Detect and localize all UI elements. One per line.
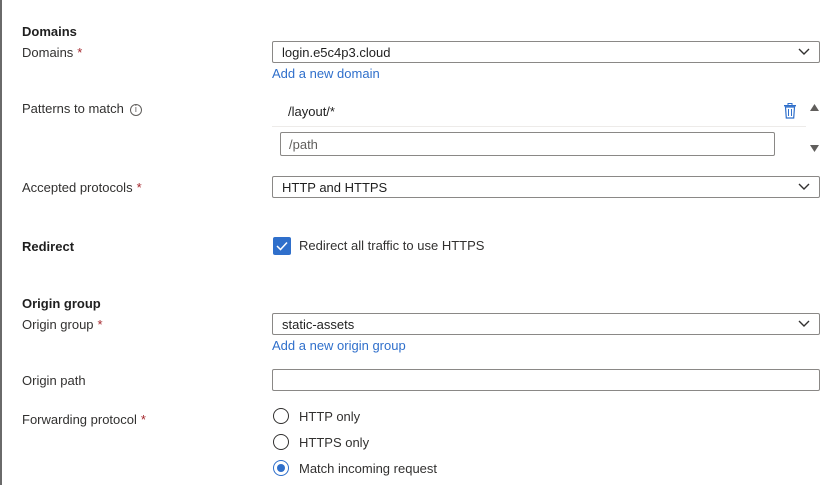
radio-https-only[interactable] xyxy=(273,434,289,450)
origin-group-dropdown[interactable]: static-assets xyxy=(272,313,820,335)
chevron-down-icon xyxy=(798,183,810,190)
protocols-dropdown[interactable]: HTTP and HTTPS xyxy=(272,176,820,198)
domains-dropdown-value: login.e5c4p3.cloud xyxy=(282,45,391,60)
domains-section-title: Domains xyxy=(22,24,77,39)
protocols-label: Accepted protocols * xyxy=(22,180,142,195)
info-icon[interactable]: i xyxy=(129,103,142,116)
origin-group-label-text: Origin group xyxy=(22,317,94,332)
forwarding-protocol-label-text: Forwarding protocol xyxy=(22,412,137,427)
window-left-border xyxy=(0,0,2,485)
checkmark-icon xyxy=(276,241,288,251)
required-asterisk: * xyxy=(97,317,103,332)
patterns-scrollbar[interactable] xyxy=(807,98,823,160)
chevron-down-icon xyxy=(798,48,810,55)
redirect-https-checkbox[interactable] xyxy=(273,237,291,255)
radio-selected-dot xyxy=(277,464,285,472)
redirect-label: Redirect xyxy=(22,239,75,254)
add-new-domain-link[interactable]: Add a new domain xyxy=(272,66,380,81)
patterns-label-text: Patterns to match xyxy=(22,101,124,116)
origin-path-label: Origin path xyxy=(22,373,86,388)
protocols-dropdown-value: HTTP and HTTPS xyxy=(282,180,388,195)
scroll-up-icon[interactable] xyxy=(810,104,819,111)
pattern-row: /layout/* xyxy=(272,98,806,127)
chevron-down-icon xyxy=(798,320,810,327)
scroll-down-icon[interactable] xyxy=(810,145,819,152)
domains-label-text: Domains xyxy=(22,45,74,60)
add-new-origin-group-link[interactable]: Add a new origin group xyxy=(272,338,406,353)
forwarding-protocol-label: Forwarding protocol * xyxy=(22,412,146,427)
new-pattern-input[interactable] xyxy=(280,132,775,156)
origin-group-label: Origin group * xyxy=(22,317,103,332)
delete-icon[interactable] xyxy=(783,103,797,119)
pattern-value: /layout/* xyxy=(288,104,335,119)
radio-match-incoming-request[interactable] xyxy=(273,460,289,476)
patterns-label: Patterns to match i xyxy=(22,101,142,116)
radio-match-incoming-request-label[interactable]: Match incoming request xyxy=(299,461,437,476)
required-asterisk: * xyxy=(77,45,83,60)
protocols-label-text: Accepted protocols xyxy=(22,180,133,195)
origin-section-title: Origin group xyxy=(22,296,101,311)
domains-label: Domains * xyxy=(22,45,82,60)
origin-path-input[interactable] xyxy=(272,369,820,391)
radio-http-only-label[interactable]: HTTP only xyxy=(299,409,360,424)
required-asterisk: * xyxy=(136,180,142,195)
radio-https-only-label[interactable]: HTTPS only xyxy=(299,435,369,450)
redirect-checkbox-label[interactable]: Redirect all traffic to use HTTPS xyxy=(299,238,484,253)
required-asterisk: * xyxy=(140,412,146,427)
domains-dropdown[interactable]: login.e5c4p3.cloud xyxy=(272,41,820,63)
radio-http-only[interactable] xyxy=(273,408,289,424)
origin-group-dropdown-value: static-assets xyxy=(282,317,355,332)
